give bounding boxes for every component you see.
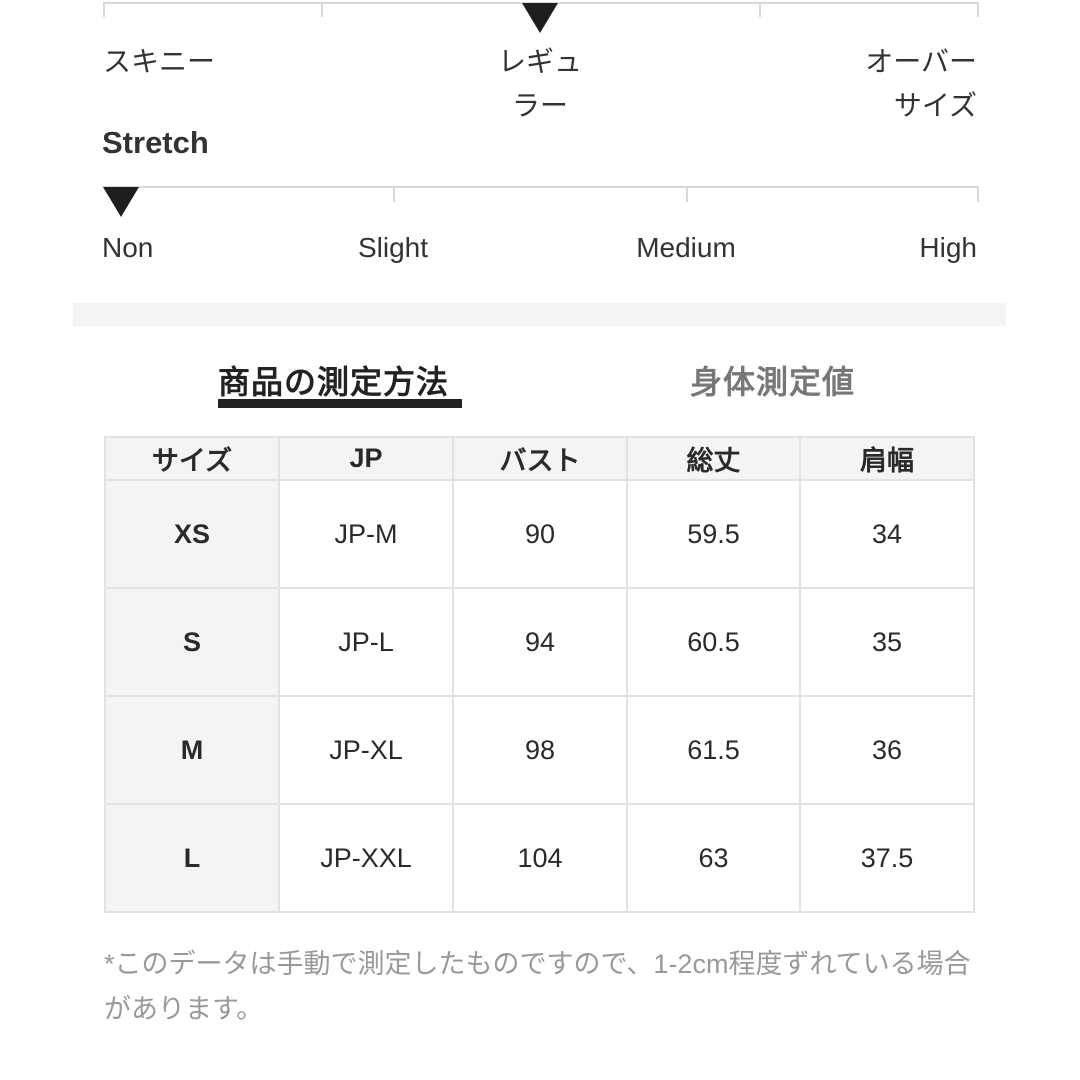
shoulder-cell: 37.5 [799,803,975,913]
fit-scale-tick [759,2,761,17]
tab-product-measurement[interactable]: 商品の測定方法 [218,357,449,403]
stretch-marker-triangle-icon [103,187,139,217]
stretch-label-high: High [919,232,977,263]
fit-label-line: オーバー [865,46,977,77]
stretch-scale-tick [393,186,395,202]
header-jp: JP [278,436,454,481]
active-tab-underline [218,399,462,408]
size-cell: XS [104,479,280,589]
fit-label-skinny: スキニー [103,40,215,84]
fit-scale-tick [103,2,105,17]
table-row: M JP-XL 98 61.5 36 [104,695,975,805]
fit-label-line: サイズ [893,90,977,121]
size-cell: M [104,695,280,805]
stretch-label-medium: Medium [636,232,736,263]
fit-label-line: ラー [511,90,568,121]
jp-cell: JP-M [278,479,454,589]
size-cell: L [104,803,280,913]
length-cell: 63 [626,803,801,913]
size-cell: S [104,587,280,697]
stretch-scale-tick [977,186,979,202]
table-row: XS JP-M 90 59.5 34 [104,479,975,589]
table-row: S JP-L 94 60.5 35 [104,587,975,697]
fit-label-line: スキニー [103,46,216,77]
fit-scale-tick [977,2,979,17]
bust-cell: 98 [452,695,628,805]
fit-scale-tick [321,2,323,17]
shoulder-cell: 36 [799,695,975,805]
stretch-label-slight: Slight [357,232,429,263]
size-table: サイズ JP バスト 総丈 肩幅 XS JP-M 90 59.5 34 S JP… [104,436,975,913]
bust-cell: 104 [452,803,628,913]
measurement-note: *このデータは手動で測定したものですので、1-2cm程度ずれている場合があります… [104,949,971,1024]
stretch-title: Stretch [102,125,209,160]
header-size: サイズ [104,436,280,481]
header-shoulder: 肩幅 [799,436,975,481]
bust-cell: 90 [452,479,628,589]
fit-label-line: レギュ [497,46,582,77]
length-cell: 59.5 [626,479,801,589]
stretch-scale-line [103,186,979,188]
length-cell: 61.5 [626,695,801,805]
stretch-scale-tick [686,186,688,202]
fit-marker-triangle-icon [522,3,558,33]
stretch-label-non: Non [102,232,154,263]
section-divider [73,303,1006,326]
shoulder-cell: 34 [799,479,975,589]
fit-label-oversize: オーバー サイズ [777,40,977,128]
table-header-row: サイズ JP バスト 総丈 肩幅 [104,436,975,481]
shoulder-cell: 35 [799,587,975,697]
tab-body-measurement[interactable]: 身体測定値 [690,357,855,403]
header-bust: バスト [452,436,628,481]
length-cell: 60.5 [626,587,801,697]
bust-cell: 94 [452,587,628,697]
jp-cell: JP-XXL [278,803,454,913]
jp-cell: JP-XL [278,695,454,805]
header-length: 総丈 [626,436,801,481]
fit-label-regular: レギュ ラー [440,40,640,128]
jp-cell: JP-L [278,587,454,697]
table-row: L JP-XXL 104 63 37.5 [104,803,975,913]
